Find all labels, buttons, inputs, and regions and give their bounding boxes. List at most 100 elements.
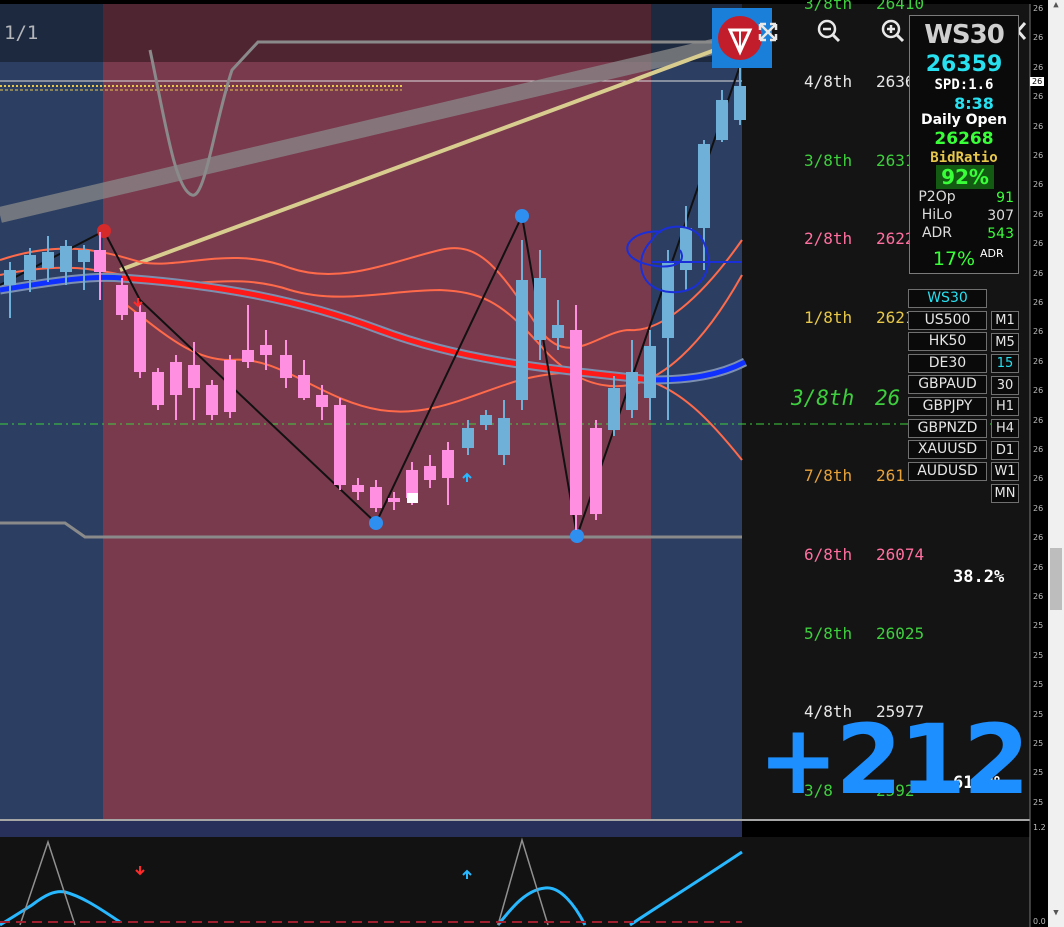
expand-arrows-icon[interactable] [756,20,780,50]
info-adr-suffix: ADR [980,247,1004,260]
price-change-label: +212 [758,704,1030,816]
candle-body [242,350,254,362]
zoom-out-icon[interactable] [816,18,842,50]
candle-body [116,285,128,315]
symbol-button-us500[interactable]: US500 [908,310,987,330]
price-axis-label: 26 [1033,327,1044,337]
candle-body [316,395,328,407]
scrollbar-thumb[interactable] [1050,548,1062,610]
scroll-down-icon[interactable]: ▼ [1051,908,1061,920]
timeframe-button-h1[interactable]: H1 [991,397,1019,417]
candle-body [260,345,272,355]
price-axis-label: 26 [1033,209,1044,219]
info-bidratio: 92% [936,165,994,189]
timeframe-button-30[interactable]: 30 [991,375,1019,395]
candle-body [407,493,418,503]
info-hilo: 307 [987,208,1014,224]
price-axis-label: 26 [1033,33,1044,43]
price-axis-label: 25 [1033,680,1044,690]
swing-point [570,529,584,543]
timeframe-button-h4[interactable]: H4 [991,419,1019,438]
session-bg-blue [0,4,103,819]
symbol-button-xauusd[interactable]: XAUUSD [908,440,987,460]
candle-body [224,360,236,412]
vertical-scrollbar[interactable]: ▲ ▼ [1048,0,1064,927]
candle-body [170,362,182,395]
candle-body [206,385,218,415]
candle-body [4,270,16,285]
candle-body [516,280,528,400]
timeframe-button-15[interactable]: 15 [991,354,1019,374]
session-bg-blue [651,4,742,819]
timeframe-button-d1[interactable]: D1 [991,440,1019,460]
candle-body [644,346,656,398]
indicator-header [0,821,742,837]
symbol-button-gbpnzd[interactable]: GBPNZD [908,418,987,438]
price-axis-label: 26 [1033,474,1044,484]
current-price-marker: 26 [1030,77,1045,86]
candle-body [570,330,582,515]
price-axis-label: 25 [1033,797,1044,807]
price-axis-label: 25 [1033,739,1044,748]
symbol-button-audusd[interactable]: AUDUSD [908,461,987,481]
price-axis-label: 26 [1033,415,1044,425]
symbol-button-de30[interactable]: DE30 [908,353,987,373]
toolbar-overlay [0,4,742,62]
candle-body [734,86,746,120]
info-adr: 543 [987,226,1014,242]
symbol-button-hk50[interactable]: HK50 [908,332,987,352]
price-axis-label: 25 [1033,709,1044,719]
info-daily-open: 26268 [934,129,994,149]
candle-body [188,365,200,388]
candle-body [424,466,436,480]
candle-body [680,228,692,270]
swing-point [369,516,383,530]
candle-body [662,262,674,338]
symbol-button-gbpaud[interactable]: GBPAUD [908,375,987,395]
candle-body [590,428,602,514]
price-axis-label: 26 [1033,298,1044,307]
scroll-up-icon[interactable]: ▲ [1051,0,1061,12]
candle-body [498,418,510,455]
info-spread: SPD:1.6 [934,77,994,93]
price-axis-label: 26 [1033,239,1044,249]
price-axis-label: 26 [1033,4,1044,13]
candle-body [626,372,638,410]
candle-body [480,415,492,425]
info-adr-percent: 17% [932,248,976,270]
price-axis-label: 26 [1033,62,1044,72]
candle-body [698,144,710,228]
zoom-in-icon[interactable] [880,18,906,50]
info-symbol: WS30 [924,20,1005,50]
price-axis-label: 25 [1033,768,1044,778]
timeframe-button-m5[interactable]: M5 [991,332,1019,352]
price-axis-label: 26 [1033,503,1044,513]
timeframe-button-mn[interactable]: MN [991,483,1019,503]
symbol-button-ws30[interactable]: WS30 [908,289,987,308]
price-axis-label: 26 [1033,92,1044,102]
info-daily-open-label: Daily Open [920,112,1008,128]
candle-body [280,355,292,378]
fib-level-upper: 38.2% [953,567,1005,587]
indicator-axis-bottom: 0.0 [1033,917,1046,926]
swing-point [515,209,529,223]
timeframe-button-w1[interactable]: W1 [991,462,1019,482]
candle-body [462,428,474,448]
symbol-button-gbpjpy[interactable]: GBPJPY [908,397,987,416]
price-axis-label: 26 [1033,386,1044,396]
murrey-level: 3/8th 26410 [804,0,925,13]
info-time: 8:38 [954,94,994,113]
candle-body [334,405,346,485]
price-axis-label: 26 [1033,121,1044,131]
info-adr-label: ADR [921,225,953,241]
candle-body [298,375,310,398]
price-axis-label: 26 [1033,356,1044,366]
candle-body [94,250,106,272]
page-indicator: 1/1 [4,22,39,44]
candle-body [716,100,728,140]
indicator-axis-top: 1.2 [1033,823,1046,832]
price-axis-label: 26 [1033,151,1044,160]
info-panel: WS30 26359 SPD:1.6 8:38 Daily Open 26268… [909,15,1019,274]
timeframe-button-m1[interactable]: M1 [991,311,1019,330]
price-axis-label: 26 [1033,180,1044,190]
